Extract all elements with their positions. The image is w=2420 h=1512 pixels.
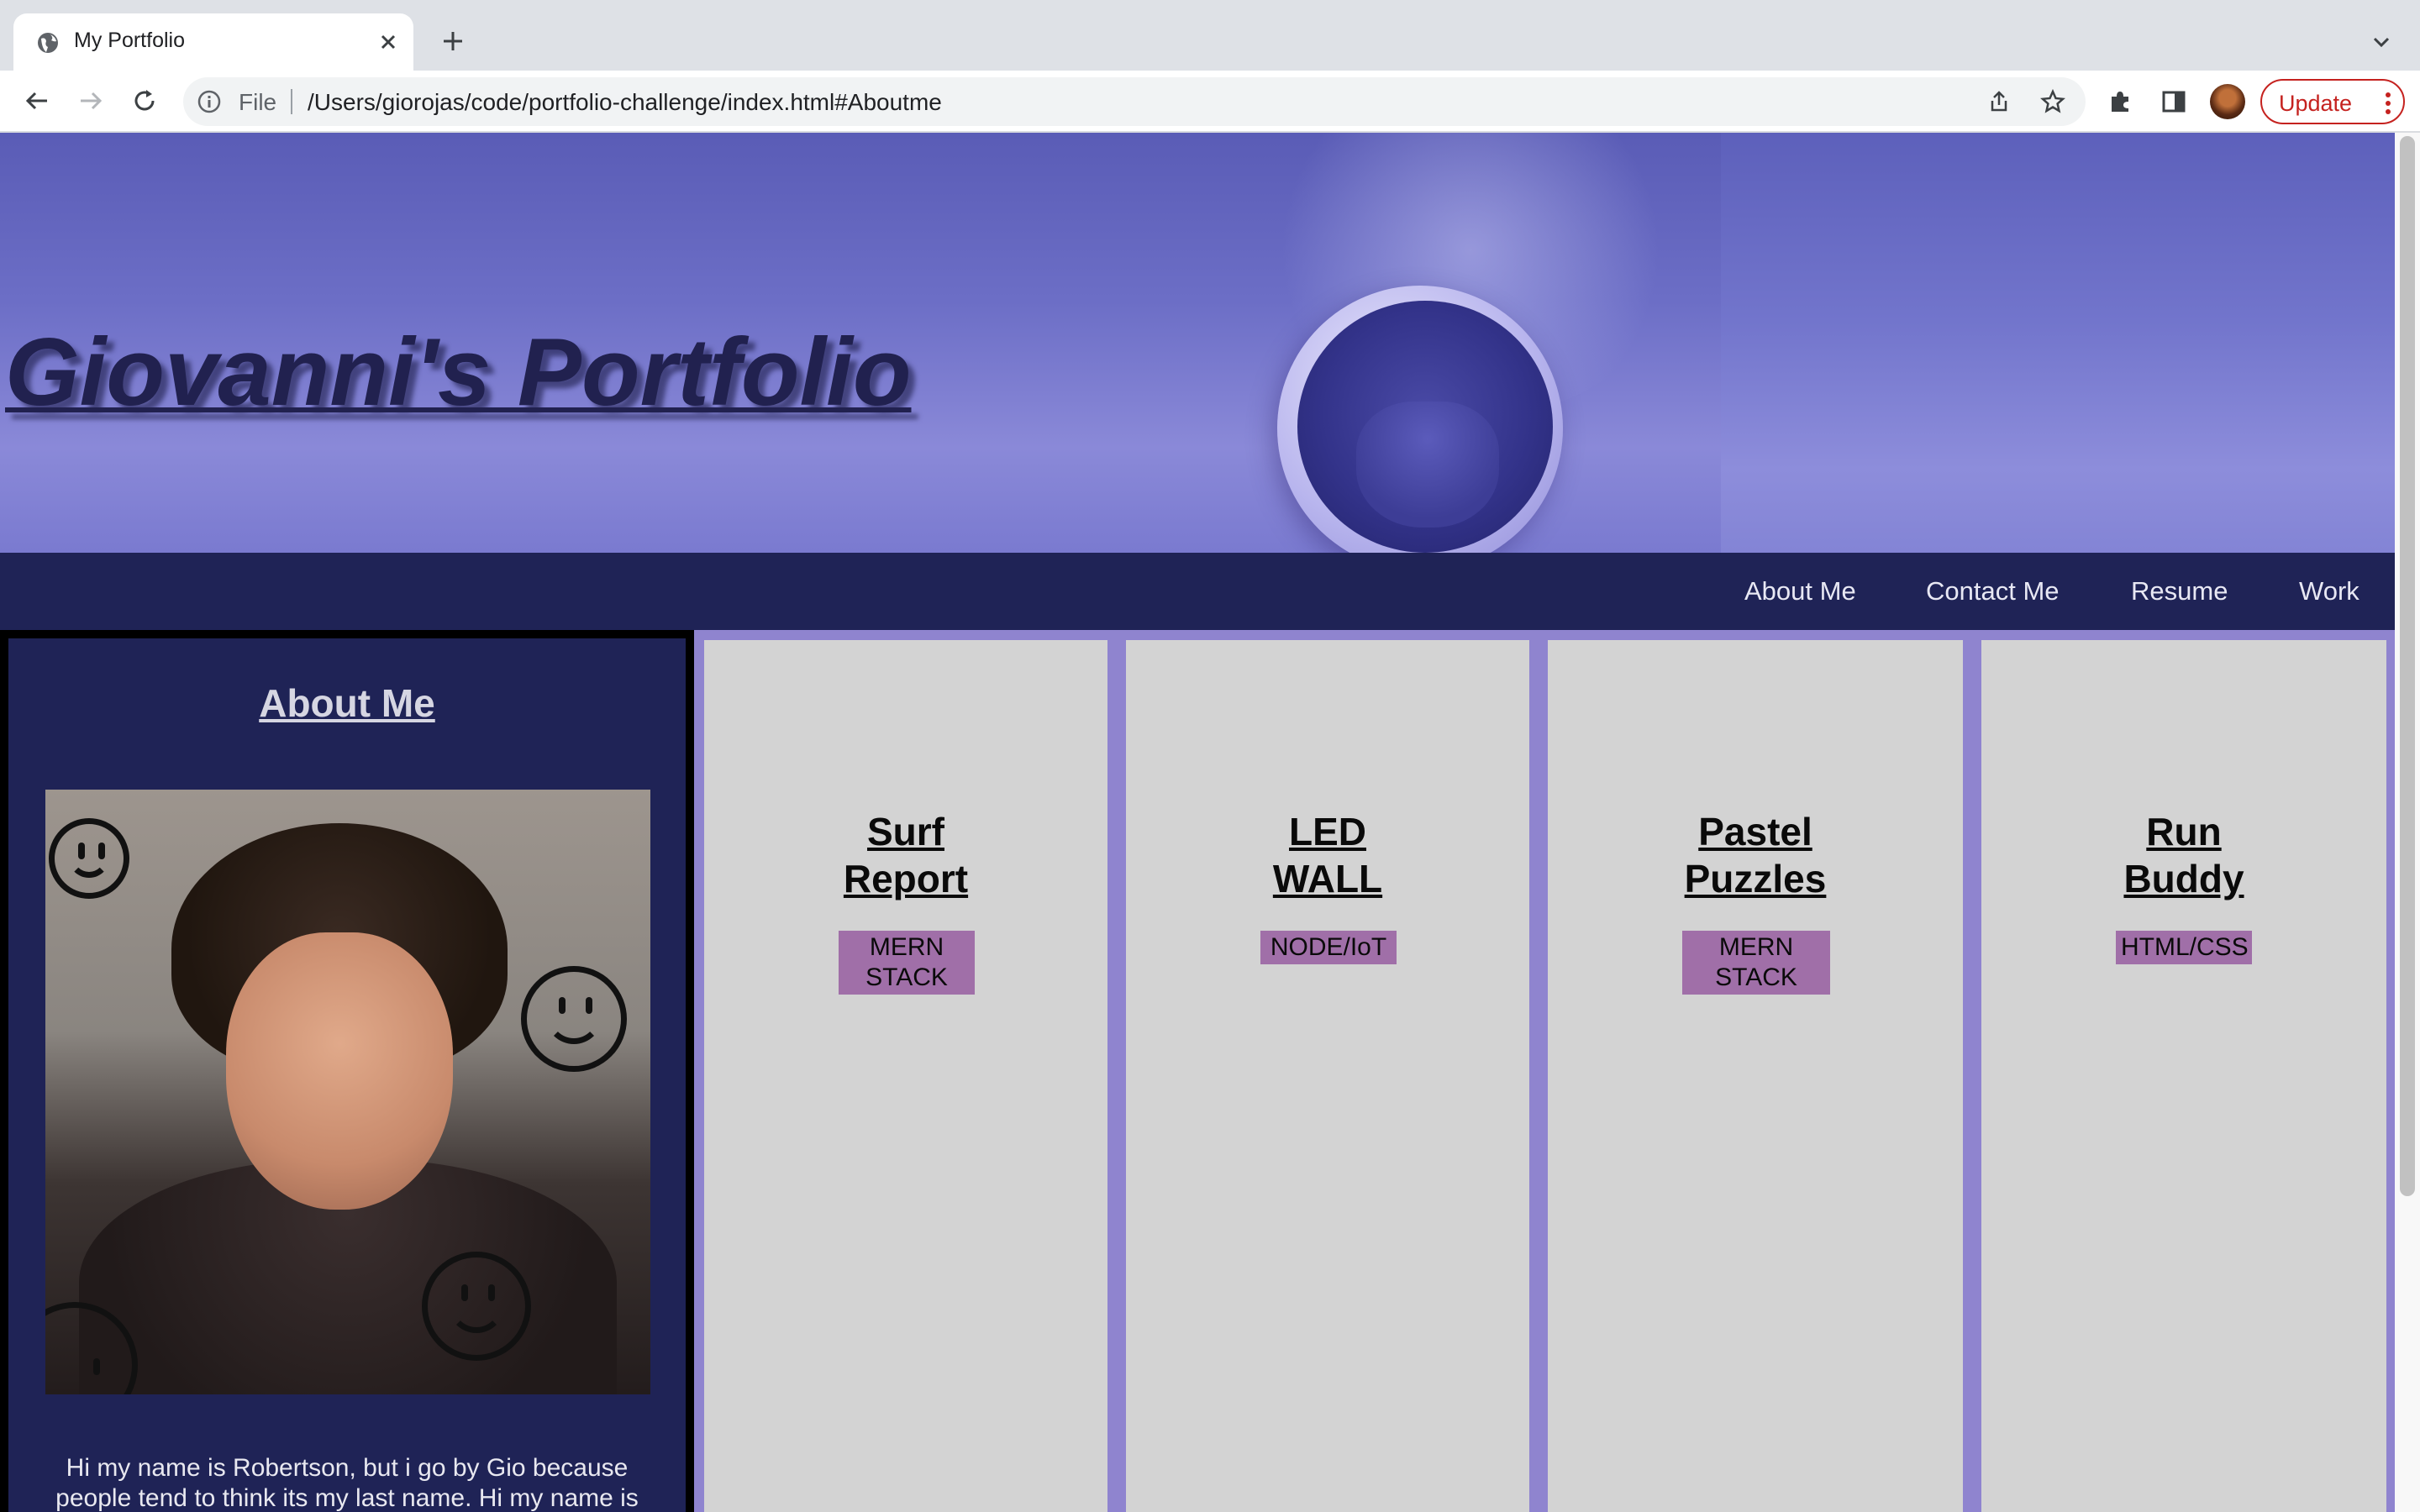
- reload-icon[interactable]: [126, 82, 163, 119]
- egg-chair-inner: [1297, 301, 1553, 553]
- project-title[interactable]: Pastel Puzzles: [1548, 808, 1963, 902]
- extensions-puzzle-icon[interactable]: [2104, 86, 2136, 118]
- back-arrow-icon[interactable]: [18, 82, 55, 119]
- project-title-line: Puzzles: [1684, 857, 1827, 900]
- project-tag-line: STACK: [1715, 963, 1797, 991]
- project-tag-line: NODE/IoT: [1270, 933, 1387, 961]
- about-me-heading: About Me: [259, 681, 435, 725]
- info-icon[interactable]: [197, 89, 222, 114]
- project-card[interactable]: Surf Report MERN STACK: [704, 640, 1107, 1512]
- chevron-down-icon[interactable]: [2366, 27, 2396, 57]
- nav-work[interactable]: Work: [2299, 576, 2360, 606]
- hero-banner: Giovanni's Portfolio: [0, 133, 2395, 553]
- omnibox-divider: [291, 89, 292, 114]
- project-title[interactable]: Surf Report: [704, 808, 1107, 902]
- project-tech-tag: NODE/IoT: [1260, 931, 1397, 964]
- profile-photo: [45, 790, 650, 1394]
- share-icon[interactable]: [1985, 87, 2013, 116]
- project-tech-tag: HTML/CSS: [2116, 931, 2252, 964]
- project-card[interactable]: Run Buddy HTML/CSS: [1981, 640, 2386, 1512]
- address-bar[interactable]: File /Users/giorojas/code/portfolio-chal…: [183, 77, 2086, 126]
- bookmark-star-icon[interactable]: [2039, 87, 2067, 116]
- project-title-line: Pastel: [1698, 810, 1812, 853]
- page-title: Giovanni's Portfolio: [5, 319, 912, 426]
- hero-background-panel: [1721, 133, 2395, 553]
- project-tag-line: STACK: [865, 963, 948, 991]
- smiley-doodle: [422, 1252, 531, 1361]
- project-title[interactable]: LED WALL: [1126, 808, 1529, 902]
- new-tab-plus-icon[interactable]: [437, 25, 469, 57]
- about-me-bio: Hi my name is Robertson, but i go by Gio…: [55, 1454, 639, 1512]
- url-text[interactable]: /Users/giorojas/code/portfolio-challenge…: [308, 89, 942, 116]
- project-title-line: WALL: [1272, 857, 1383, 900]
- side-panel-icon[interactable]: [2158, 86, 2190, 118]
- project-tech-tag: MERN STACK: [839, 931, 975, 995]
- about-me-section: About Me Hi my name is Robertson, but i …: [0, 630, 694, 1512]
- close-tab-icon[interactable]: [375, 29, 402, 55]
- globe-icon: [35, 30, 60, 55]
- profile-avatar[interactable]: [2210, 84, 2245, 119]
- project-tag-line: MERN: [869, 933, 944, 961]
- file-scheme-label: File: [239, 89, 277, 115]
- egg-chair-seat: [1356, 402, 1499, 528]
- nav-contact-me[interactable]: Contact Me: [1926, 576, 2060, 606]
- scrollbar-thumb[interactable]: [2400, 136, 2415, 1196]
- nav-resume[interactable]: Resume: [2131, 576, 2228, 606]
- forward-arrow-icon[interactable]: [72, 82, 109, 119]
- project-card[interactable]: Pastel Puzzles MERN STACK: [1548, 640, 1963, 1512]
- smiley-doodle: [521, 966, 627, 1072]
- nav-about-me[interactable]: About Me: [1744, 576, 1856, 606]
- project-title[interactable]: Run Buddy: [1981, 808, 2386, 902]
- active-tab[interactable]: My Portfolio: [13, 13, 413, 71]
- project-tag-line: MERN: [1718, 933, 1794, 961]
- kebab-menu-icon[interactable]: [2380, 91, 2396, 116]
- site-navbar: About Me Contact Me Resume Work: [0, 553, 2395, 630]
- photo-face: [226, 932, 453, 1210]
- tab-title: My Portfolio: [74, 29, 185, 52]
- project-title-line: Run: [2146, 810, 2222, 853]
- tab-strip: My Portfolio: [0, 0, 2420, 71]
- update-button[interactable]: Update: [2260, 79, 2405, 124]
- project-title-line: LED: [1289, 810, 1366, 853]
- project-card[interactable]: LED WALL NODE/IoT: [1126, 640, 1529, 1512]
- project-tech-tag: MERN STACK: [1682, 931, 1830, 995]
- project-title-line: Report: [843, 857, 969, 900]
- smiley-doodle: [49, 818, 129, 899]
- egg-chair-image: [1277, 286, 1563, 553]
- project-title-line: Surf: [867, 810, 944, 853]
- browser-toolbar: File /Users/giorojas/code/portfolio-chal…: [0, 71, 2420, 133]
- project-tag-line: HTML/CSS: [2121, 933, 2249, 961]
- project-title-line: Buddy: [2123, 857, 2244, 900]
- update-label: Update: [2279, 91, 2353, 116]
- page-viewport: Giovanni's Portfolio About Me Contact Me…: [0, 133, 2395, 1512]
